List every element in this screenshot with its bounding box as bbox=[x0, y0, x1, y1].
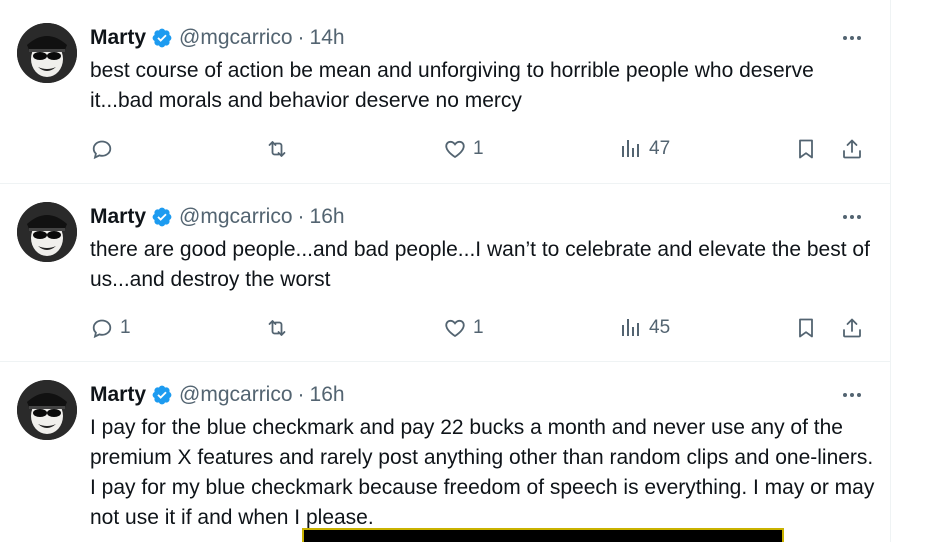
views-button[interactable]: 45 bbox=[619, 313, 670, 343]
tweet[interactable]: Marty @mgcarrico · 16h I pay for the blu… bbox=[0, 361, 890, 542]
avatar-image bbox=[17, 380, 77, 440]
tweet-actions: 1 47 bbox=[90, 134, 880, 164]
like-count: 1 bbox=[473, 317, 484, 338]
verified-badge-icon[interactable] bbox=[151, 206, 173, 228]
repost-button[interactable] bbox=[265, 313, 295, 343]
reply-count: 1 bbox=[120, 317, 131, 338]
reply-icon bbox=[90, 316, 114, 340]
tweet-text: there are good people...and bad people..… bbox=[90, 238, 870, 291]
bookmark-button[interactable] bbox=[794, 134, 818, 164]
display-name[interactable]: Marty bbox=[90, 383, 146, 407]
timestamp[interactable]: 16h bbox=[310, 383, 345, 407]
handle[interactable]: @mgcarrico bbox=[179, 383, 293, 407]
bookmark-icon bbox=[794, 316, 818, 340]
display-name[interactable]: Marty bbox=[90, 205, 146, 229]
timestamp[interactable]: 14h bbox=[310, 26, 345, 50]
timestamp[interactable]: 16h bbox=[310, 205, 345, 229]
views-count: 47 bbox=[649, 138, 671, 159]
share-button[interactable] bbox=[840, 313, 864, 343]
tweet-header: Marty @mgcarrico · 16h bbox=[90, 204, 345, 230]
more-icon[interactable] bbox=[836, 28, 868, 48]
timeline-feed: Marty @mgcarrico · 14h best course of ac… bbox=[0, 0, 891, 542]
separator: · bbox=[297, 383, 305, 406]
tweet[interactable]: Marty @mgcarrico · 16h there are good pe… bbox=[0, 183, 890, 362]
verified-badge-icon[interactable] bbox=[151, 384, 173, 406]
like-button[interactable]: 1 bbox=[443, 134, 484, 164]
like-button[interactable]: 1 bbox=[443, 313, 484, 343]
tweet-text: best course of action be mean and unforg… bbox=[90, 59, 814, 112]
heart-icon bbox=[443, 316, 467, 340]
repost-button[interactable] bbox=[265, 134, 295, 164]
repost-icon bbox=[265, 137, 289, 161]
share-button[interactable] bbox=[840, 134, 864, 164]
tweet-header: Marty @mgcarrico · 16h bbox=[90, 382, 345, 408]
handle[interactable]: @mgcarrico bbox=[179, 205, 293, 229]
avatar[interactable] bbox=[17, 380, 77, 440]
more-icon[interactable] bbox=[836, 385, 868, 405]
more-icon[interactable] bbox=[836, 207, 868, 227]
avatar-image bbox=[17, 23, 77, 83]
separator: · bbox=[297, 26, 305, 49]
bookmark-button[interactable] bbox=[794, 313, 818, 343]
views-icon bbox=[619, 137, 643, 161]
reply-button[interactable]: 1 bbox=[90, 313, 131, 343]
views-button[interactable]: 47 bbox=[619, 134, 670, 164]
tweet[interactable]: Marty @mgcarrico · 14h best course of ac… bbox=[0, 0, 890, 184]
share-icon bbox=[840, 137, 864, 161]
tweet-header: Marty @mgcarrico · 14h bbox=[90, 25, 345, 51]
share-icon bbox=[840, 316, 864, 340]
heart-icon bbox=[443, 137, 467, 161]
verified-badge-icon[interactable] bbox=[151, 27, 173, 49]
views-count: 45 bbox=[649, 317, 671, 338]
tweet-actions: 1 1 45 bbox=[90, 313, 880, 343]
reply-icon bbox=[90, 137, 114, 161]
separator: · bbox=[297, 205, 305, 228]
display-name[interactable]: Marty bbox=[90, 26, 146, 50]
avatar[interactable] bbox=[17, 23, 77, 83]
avatar[interactable] bbox=[17, 202, 77, 262]
like-count: 1 bbox=[473, 138, 484, 159]
avatar-image bbox=[17, 202, 77, 262]
views-icon bbox=[619, 316, 643, 340]
tweet-text: I pay for the blue checkmark and pay 22 … bbox=[90, 416, 875, 529]
handle[interactable]: @mgcarrico bbox=[179, 26, 293, 50]
bookmark-icon bbox=[794, 137, 818, 161]
tweet-media-image[interactable] bbox=[302, 528, 784, 542]
repost-icon bbox=[265, 316, 289, 340]
reply-button[interactable] bbox=[90, 134, 120, 164]
